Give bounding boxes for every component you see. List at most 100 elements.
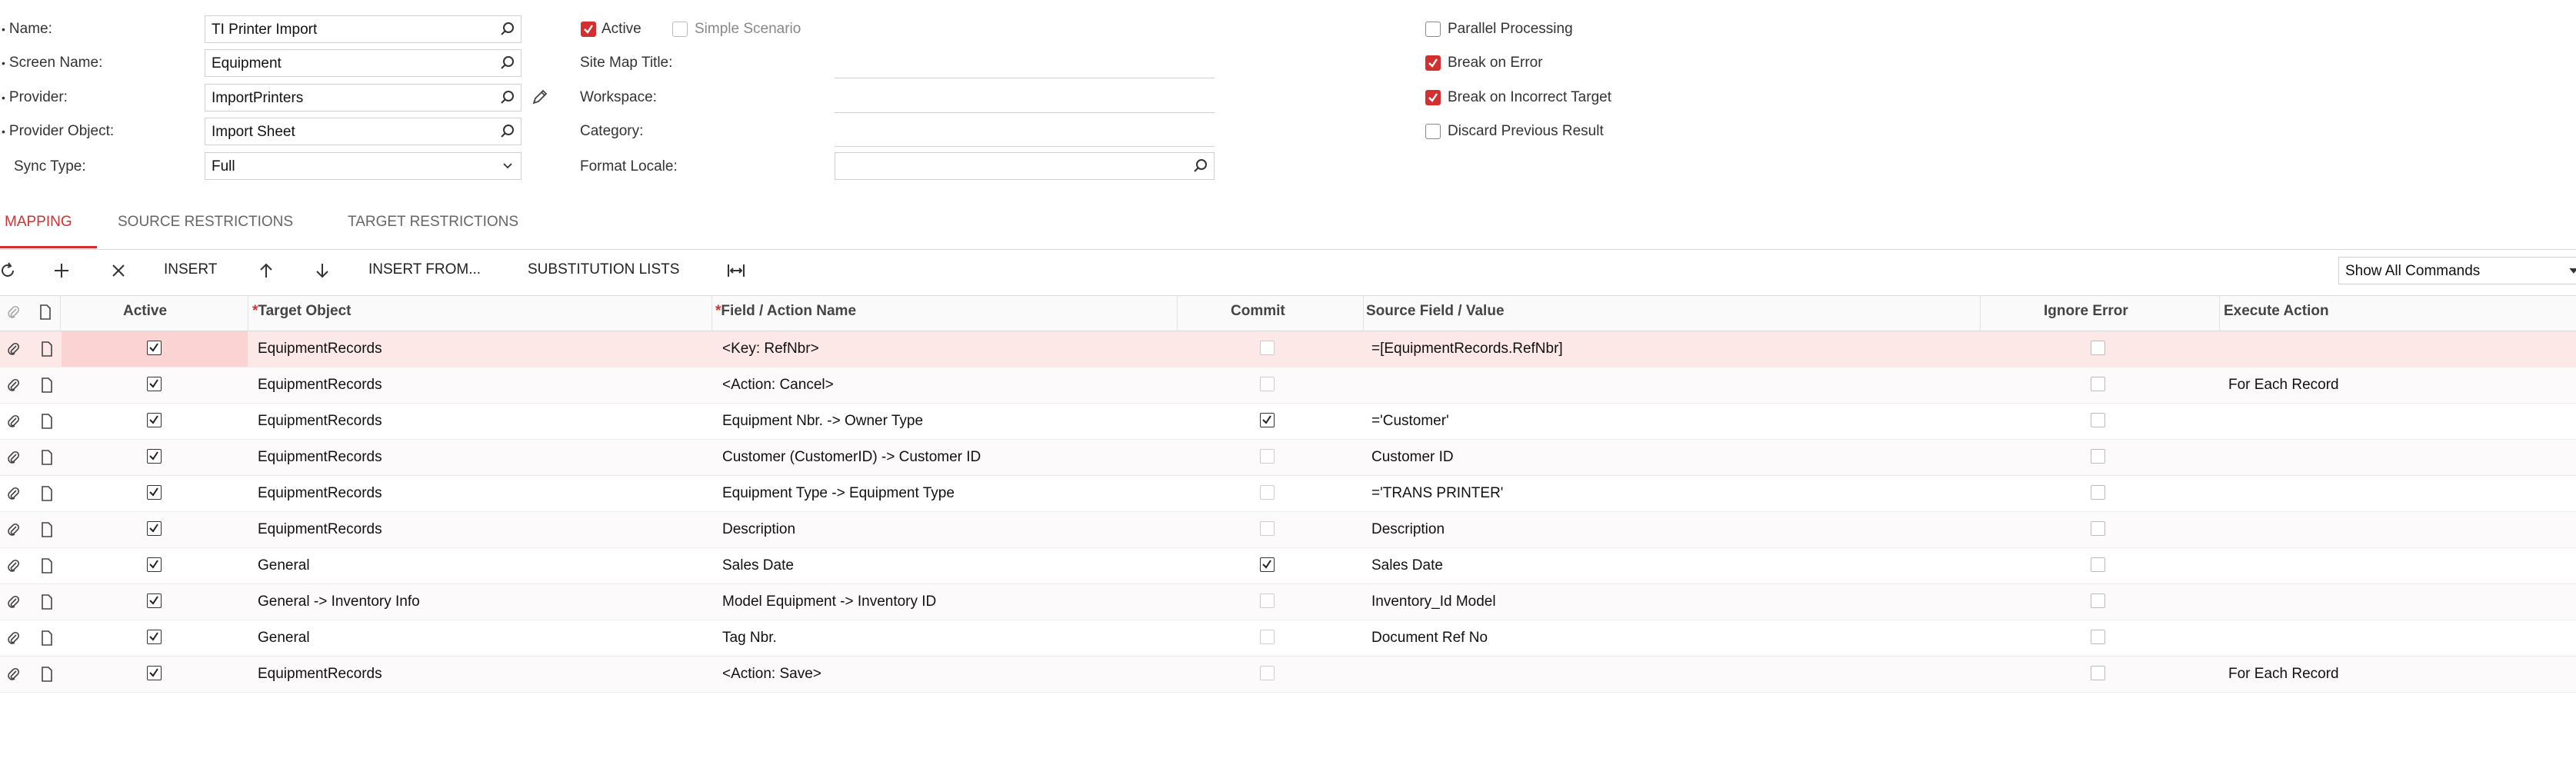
row-commit-checkbox[interactable] — [1260, 630, 1275, 644]
table-row[interactable]: EquipmentRecords Description Description — [0, 512, 2576, 548]
row-active-checkbox[interactable] — [147, 593, 162, 608]
attachment-icon[interactable] — [6, 341, 22, 357]
simple-scenario-checkbox[interactable] — [672, 22, 688, 37]
row-active-checkbox[interactable] — [147, 449, 162, 464]
row-commit-checkbox[interactable] — [1260, 666, 1275, 680]
row-field-name[interactable]: Description — [722, 521, 795, 538]
row-ignore-error-checkbox[interactable] — [2091, 630, 2105, 644]
row-commit-checkbox[interactable] — [1260, 449, 1275, 464]
note-icon[interactable] — [40, 630, 54, 646]
substitution-lists-button[interactable]: SUBSTITUTION LISTS — [528, 261, 679, 278]
attachment-icon[interactable] — [6, 630, 22, 646]
chevron-down-icon[interactable] — [499, 158, 516, 175]
row-field-name[interactable]: Equipment Type -> Equipment Type — [722, 485, 955, 502]
row-field-name[interactable]: <Action: Cancel> — [722, 377, 834, 394]
tab-source-restrictions[interactable]: SOURCE RESTRICTIONS — [118, 214, 293, 231]
table-row[interactable]: EquipmentRecords <Action: Cancel> For Each… — [0, 367, 2576, 404]
search-icon[interactable] — [499, 55, 516, 71]
table-row[interactable]: EquipmentRecords Equipment Type -> Equipm… — [0, 476, 2576, 512]
attachment-icon[interactable] — [6, 414, 22, 429]
row-field-name[interactable]: Model Equipment -> Inventory ID — [722, 593, 936, 610]
active-checkbox[interactable] — [581, 22, 596, 37]
refresh-icon[interactable] — [0, 261, 17, 280]
row-source-value[interactable]: ='TRANS PRINTER' — [1371, 485, 1503, 502]
arrow-up-icon[interactable] — [257, 261, 275, 280]
table-row[interactable]: EquipmentRecords Customer (CustomerID) ->… — [0, 440, 2576, 476]
tab-mapping[interactable]: MAPPING — [5, 214, 72, 231]
sync-type-select[interactable]: Full — [205, 152, 522, 180]
column-target-object[interactable]: *Target Object — [252, 303, 351, 320]
screen-name-field[interactable]: Equipment — [205, 49, 522, 77]
row-commit-checkbox[interactable] — [1260, 521, 1275, 536]
name-field[interactable]: TI Printer Import — [205, 15, 522, 43]
row-ignore-error-checkbox[interactable] — [2091, 413, 2105, 427]
row-ignore-error-checkbox[interactable] — [2091, 557, 2105, 572]
fit-columns-icon[interactable] — [726, 261, 746, 280]
row-ignore-error-checkbox[interactable] — [2091, 593, 2105, 608]
attachment-icon[interactable] — [6, 377, 22, 393]
row-active-checkbox[interactable] — [147, 557, 162, 572]
row-commit-checkbox[interactable] — [1260, 377, 1275, 391]
row-commit-checkbox[interactable] — [1260, 341, 1275, 355]
add-icon[interactable] — [52, 261, 71, 280]
row-target-object[interactable]: EquipmentRecords — [258, 521, 382, 538]
note-icon[interactable] — [40, 594, 54, 610]
discard-previous-result-checkbox[interactable] — [1425, 124, 1441, 139]
column-field-action-name[interactable]: *Field / Action Name — [715, 303, 856, 320]
column-execute-action[interactable]: Execute Action — [2224, 303, 2329, 320]
row-target-object[interactable]: General -> Inventory Info — [258, 593, 420, 610]
search-icon[interactable] — [1192, 158, 1209, 175]
row-field-name[interactable]: <Action: Save> — [722, 666, 821, 683]
table-row[interactable]: General -> Inventory Info Model Equipment… — [0, 584, 2576, 620]
attachment-icon[interactable] — [6, 522, 22, 537]
note-icon[interactable] — [40, 450, 54, 465]
note-icon[interactable] — [40, 558, 54, 574]
table-row[interactable]: EquipmentRecords <Key: RefNbr> =[Equipment… — [0, 331, 2576, 367]
category-field[interactable] — [835, 146, 1215, 147]
insert-from-button[interactable]: INSERT FROM... — [368, 261, 481, 278]
row-ignore-error-checkbox[interactable] — [2091, 485, 2105, 500]
show-commands-select[interactable]: Show All Commands — [2338, 257, 2576, 284]
break-on-incorrect-target-checkbox[interactable] — [1425, 90, 1441, 105]
row-source-value[interactable]: Sales Date — [1371, 557, 1443, 574]
row-source-value[interactable]: Description — [1371, 521, 1445, 538]
row-execute-action[interactable]: For Each Record — [2228, 666, 2339, 683]
row-field-name[interactable]: Customer (CustomerID) -> Customer ID — [722, 449, 981, 466]
attachment-icon[interactable] — [6, 667, 22, 682]
note-icon[interactable] — [40, 341, 54, 357]
row-target-object[interactable]: General — [258, 630, 310, 647]
row-target-object[interactable]: EquipmentRecords — [258, 341, 382, 357]
row-field-name[interactable]: <Key: RefNbr> — [722, 341, 819, 357]
search-icon[interactable] — [499, 21, 516, 38]
search-icon[interactable] — [499, 123, 516, 140]
table-row[interactable]: EquipmentRecords <Action: Save> For Each R… — [0, 657, 2576, 693]
row-target-object[interactable]: EquipmentRecords — [258, 449, 382, 466]
row-ignore-error-checkbox[interactable] — [2091, 341, 2105, 355]
note-icon[interactable] — [40, 486, 54, 501]
row-active-checkbox[interactable] — [147, 413, 162, 427]
attachment-icon[interactable] — [6, 594, 22, 610]
column-source-field-value[interactable]: Source Field / Value — [1366, 303, 1505, 320]
row-source-value[interactable]: Customer ID — [1371, 449, 1454, 466]
provider-object-field[interactable]: Import Sheet — [205, 118, 522, 145]
row-source-value[interactable]: Document Ref No — [1371, 630, 1488, 647]
note-icon[interactable] — [40, 414, 54, 429]
provider-field[interactable]: ImportPrinters — [205, 84, 522, 111]
attachment-icon[interactable] — [6, 450, 22, 465]
break-on-error-checkbox[interactable] — [1425, 55, 1441, 71]
column-active[interactable]: Active — [123, 303, 167, 320]
row-commit-checkbox[interactable] — [1260, 593, 1275, 608]
row-active-checkbox[interactable] — [147, 377, 162, 391]
attachment-icon[interactable] — [6, 486, 22, 501]
row-commit-checkbox[interactable] — [1260, 413, 1275, 427]
row-source-value[interactable]: Inventory_Id Model — [1371, 593, 1496, 610]
table-row[interactable]: EquipmentRecords Equipment Nbr. -> Owner … — [0, 404, 2576, 440]
row-target-object[interactable]: EquipmentRecords — [258, 485, 382, 502]
row-commit-checkbox[interactable] — [1260, 485, 1275, 500]
note-icon[interactable] — [40, 522, 54, 537]
row-source-value[interactable]: =[EquipmentRecords.RefNbr] — [1371, 341, 1563, 357]
pencil-icon[interactable] — [531, 88, 549, 106]
table-row[interactable]: General Tag Nbr. Document Ref No — [0, 620, 2576, 657]
delete-icon[interactable] — [109, 261, 128, 280]
row-field-name[interactable]: Sales Date — [722, 557, 794, 574]
